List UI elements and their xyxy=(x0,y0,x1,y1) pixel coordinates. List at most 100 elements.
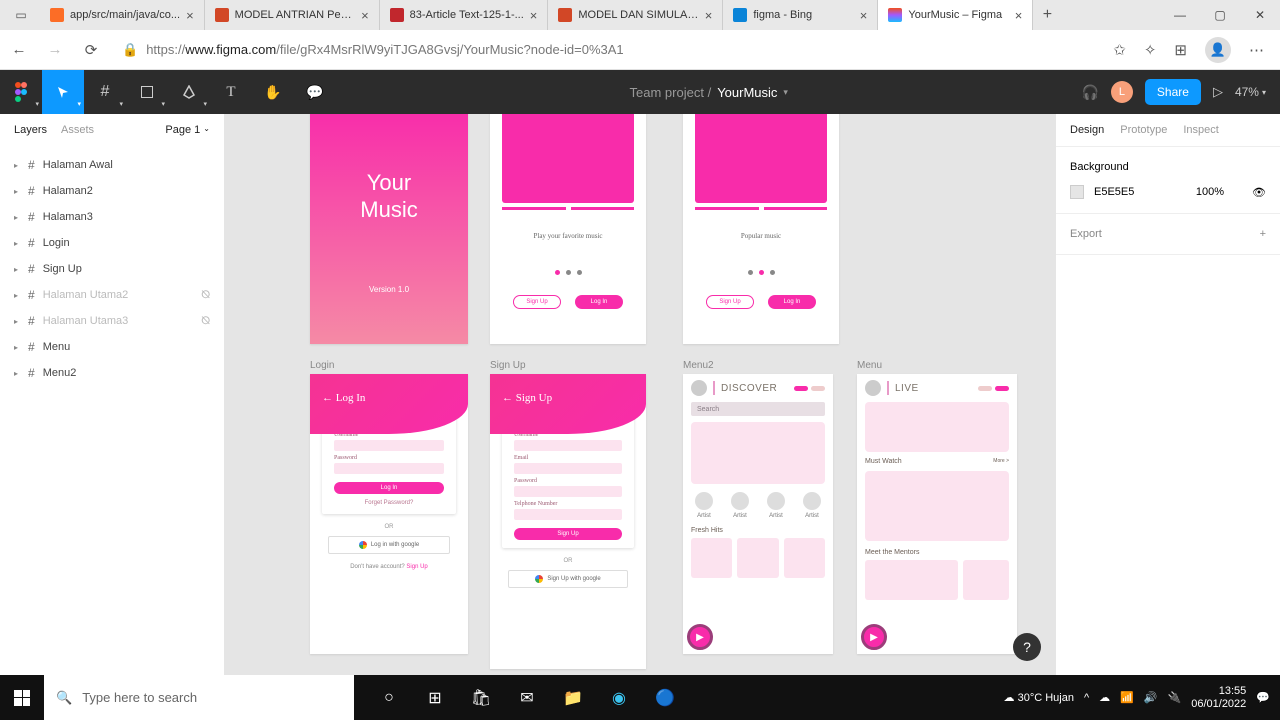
layer-item[interactable]: ▸#Halaman Utama2⦰ xyxy=(0,282,224,308)
volume-icon[interactable]: 🔊 xyxy=(1144,691,1158,704)
browser-titlebar: ▭ app/src/main/java/co...× MODEL ANTRIAN… xyxy=(0,0,1280,30)
tab-bing[interactable]: figma - Bing× xyxy=(723,0,878,30)
canvas[interactable]: YourMusic Version 1.0 Play your favorite… xyxy=(225,114,1055,675)
tab-ppt-1[interactable]: MODEL ANTRIAN Pen...× xyxy=(205,0,380,30)
app-icon[interactable]: 🔵 xyxy=(642,675,688,720)
notifications-icon[interactable]: 💬 xyxy=(1256,691,1270,704)
project-name[interactable]: Team project / xyxy=(630,85,712,100)
store-icon[interactable]: 🛍 xyxy=(458,675,504,720)
search-icon: 🔍 xyxy=(56,690,72,706)
new-tab-button[interactable]: + xyxy=(1033,0,1061,30)
address-bar[interactable]: 🔒 https://www.figma.com/file/gRx4MsrRlW9… xyxy=(116,42,1099,58)
figma-menu-button[interactable]: ▾ xyxy=(0,70,42,114)
close-icon[interactable]: × xyxy=(186,8,194,23)
zoom-control[interactable]: 47%▾ xyxy=(1235,85,1266,99)
layer-item[interactable]: ▸#Menu2 xyxy=(0,360,224,386)
tab-gitlab[interactable]: app/src/main/java/co...× xyxy=(40,0,205,30)
tab-prototype[interactable]: Prototype xyxy=(1120,124,1167,136)
lock-icon[interactable]: 🔒 xyxy=(122,42,138,58)
tab-assets[interactable]: Assets xyxy=(61,124,94,136)
present-button[interactable]: ▷ xyxy=(1213,84,1223,100)
start-button[interactable] xyxy=(0,675,44,720)
layer-item[interactable]: ▸#Halaman3 xyxy=(0,204,224,230)
chevron-down-icon[interactable]: ▾ xyxy=(783,87,788,98)
close-icon[interactable]: × xyxy=(705,8,713,23)
windows-taskbar: 🔍Type here to search ○ ⊞ 🛍 ✉ 📁 ◉ 🔵 ☁ 30°… xyxy=(0,675,1280,720)
text-tool[interactable]: T xyxy=(210,70,252,114)
tab-design[interactable]: Design xyxy=(1070,124,1104,136)
task-view-icon[interactable]: ⊞ xyxy=(412,675,458,720)
close-icon[interactable]: × xyxy=(530,8,538,23)
hand-tool[interactable]: ✋ xyxy=(252,70,294,114)
user-avatar[interactable]: L xyxy=(1111,81,1133,103)
onedrive-icon[interactable]: ☁ xyxy=(1099,691,1110,704)
frame-signup[interactable]: Sign Up ← Sign Up Username Email Passwor… xyxy=(490,374,646,669)
reload-button[interactable]: ⟳ xyxy=(80,41,102,59)
frame-halaman3[interactable]: Popular music Sign UpLog In xyxy=(683,114,839,344)
tab-pdf[interactable]: 83-Article Text-125-1-...× xyxy=(380,0,549,30)
close-icon[interactable]: × xyxy=(1015,8,1023,23)
background-opacity[interactable]: 100% xyxy=(1196,186,1224,198)
tab-inspect[interactable]: Inspect xyxy=(1183,124,1218,136)
frame-halaman-awal[interactable]: YourMusic Version 1.0 xyxy=(310,114,468,344)
clock[interactable]: 13:5506/01/2022 xyxy=(1191,685,1246,710)
forward-button: → xyxy=(44,41,66,58)
comment-tool[interactable]: 💬 xyxy=(294,70,336,114)
layer-item[interactable]: ▸#Sign Up xyxy=(0,256,224,282)
weather-widget[interactable]: ☁ 30°C Hujan xyxy=(1004,691,1074,704)
help-button[interactable]: ? xyxy=(1013,633,1041,661)
figma-toolbar: ▾ ▾ #▾ ▾ ▾ T ✋ 💬 Team project / YourMusi… xyxy=(0,70,1280,114)
minimize-button[interactable]: — xyxy=(1160,0,1200,30)
maximize-button[interactable]: ▢ xyxy=(1200,0,1240,30)
tab-strip: app/src/main/java/co...× MODEL ANTRIAN P… xyxy=(36,0,1061,30)
play-fab[interactable]: ▶ xyxy=(687,624,713,650)
favorite-icon[interactable]: ✩ xyxy=(1113,41,1126,59)
tab-layers[interactable]: Layers xyxy=(14,124,47,136)
layer-item[interactable]: ▸#Halaman Utama3⦰ xyxy=(0,308,224,334)
browser-toolbar: ← → ⟳ 🔒 https://www.figma.com/file/gRx4M… xyxy=(0,30,1280,70)
frame-tool[interactable]: #▾ xyxy=(84,70,126,114)
mail-icon[interactable]: ✉ xyxy=(504,675,550,720)
play-fab[interactable]: ▶ xyxy=(861,624,887,650)
tab-figma[interactable]: YourMusic – Figma× xyxy=(878,0,1033,30)
layer-item[interactable]: ▸#Halaman Awal xyxy=(0,152,224,178)
wifi-icon[interactable]: 📶 xyxy=(1120,691,1134,704)
file-name[interactable]: YourMusic xyxy=(717,85,777,100)
frame-menu[interactable]: Menu LIVE Must WatchMore > Meet the Ment… xyxy=(857,374,1017,654)
background-heading: Background xyxy=(1070,161,1266,173)
move-tool[interactable]: ▾ xyxy=(42,70,84,114)
close-icon[interactable]: × xyxy=(860,8,868,23)
background-swatch[interactable] xyxy=(1070,185,1084,199)
layer-item[interactable]: ▸#Login xyxy=(0,230,224,256)
tab-actions-icon[interactable]: ▭ xyxy=(6,0,36,30)
collections-icon[interactable]: ✧ xyxy=(1144,41,1157,59)
menu-icon[interactable]: ⋯ xyxy=(1249,41,1264,59)
cortana-icon[interactable]: ○ xyxy=(366,675,412,720)
frame-login[interactable]: Login ← Log In Username Password Log In … xyxy=(310,374,468,654)
battery-icon[interactable]: 🔌 xyxy=(1168,691,1182,704)
pen-tool[interactable]: ▾ xyxy=(168,70,210,114)
background-hex[interactable]: E5E5E5 xyxy=(1094,186,1134,198)
close-window-button[interactable]: ✕ xyxy=(1240,0,1280,30)
layer-item[interactable]: ▸#Halaman2 xyxy=(0,178,224,204)
add-export-button[interactable]: + xyxy=(1260,228,1266,240)
visibility-icon[interactable]: 👁 xyxy=(1252,186,1266,199)
back-button[interactable]: ← xyxy=(8,41,30,58)
extensions-icon[interactable]: ⊞ xyxy=(1174,41,1187,59)
edge-icon[interactable]: ◉ xyxy=(596,675,642,720)
headphones-icon[interactable]: 🎧 xyxy=(1081,84,1098,101)
taskbar-search[interactable]: 🔍Type here to search xyxy=(44,675,354,720)
export-heading: Export xyxy=(1070,228,1102,240)
explorer-icon[interactable]: 📁 xyxy=(550,675,596,720)
version-label: Version 1.0 xyxy=(369,285,409,294)
frame-halaman2[interactable]: Play your favorite music Sign UpLog In xyxy=(490,114,646,344)
profile-avatar[interactable]: 👤 xyxy=(1205,37,1231,63)
tab-ppt-2[interactable]: MODEL DAN SIMULAS...× xyxy=(548,0,723,30)
tray-chevron-icon[interactable]: ^ xyxy=(1084,692,1089,704)
share-button[interactable]: Share xyxy=(1145,79,1201,105)
shape-tool[interactable]: ▾ xyxy=(126,70,168,114)
layer-item[interactable]: ▸#Menu xyxy=(0,334,224,360)
frame-menu2[interactable]: Menu2 DISCOVER Search Artist Artist Arti… xyxy=(683,374,833,654)
page-selector[interactable]: Page 1⌄ xyxy=(165,124,210,136)
close-icon[interactable]: × xyxy=(361,8,369,23)
